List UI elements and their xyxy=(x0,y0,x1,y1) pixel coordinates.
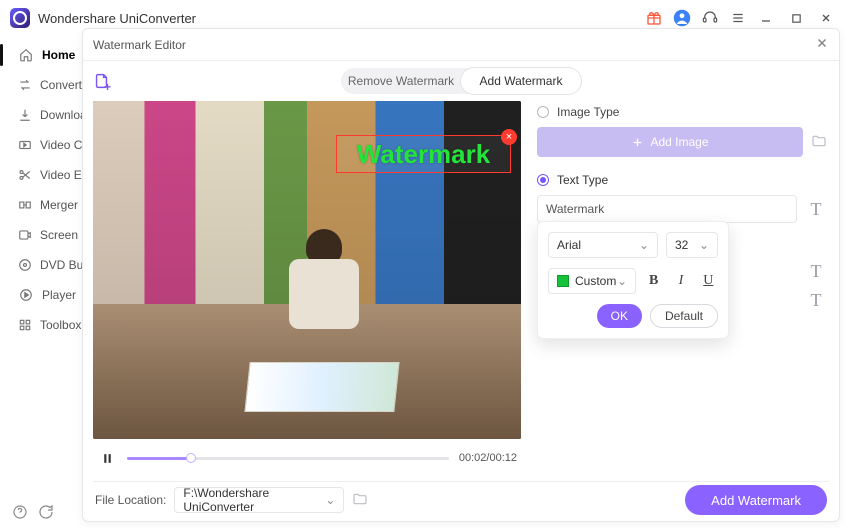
sidebar-item-merger[interactable]: Merger xyxy=(0,190,85,220)
watermark-text-input[interactable] xyxy=(537,195,797,223)
watermark-overlay[interactable]: Watermark × xyxy=(336,135,511,173)
video-subject xyxy=(264,229,384,379)
sidebar-item-home[interactable]: Home xyxy=(0,40,85,70)
sidebar-item-toolbox[interactable]: Toolbox xyxy=(0,310,85,340)
converter-icon xyxy=(18,77,32,93)
disc-icon xyxy=(18,257,32,273)
bold-button[interactable]: B xyxy=(644,270,663,292)
text-type-label: Text Type xyxy=(557,173,608,187)
grid-icon xyxy=(18,317,32,333)
sidebar: Home Converter Downloader Video Compress… xyxy=(0,36,85,498)
tab-add-watermark[interactable]: Add Watermark xyxy=(461,68,581,94)
play-icon xyxy=(18,287,34,303)
pause-button[interactable] xyxy=(97,448,117,468)
underline-button[interactable]: U xyxy=(699,270,718,292)
add-image-button[interactable]: Add Image xyxy=(537,127,803,157)
home-icon xyxy=(18,47,34,63)
chevron-down-icon: ⌄ xyxy=(617,274,627,288)
image-type-label: Image Type xyxy=(557,105,619,119)
browse-image-icon[interactable] xyxy=(811,133,827,152)
sidebar-item-video-editor[interactable]: Video Editor xyxy=(0,160,85,190)
text-type-radio[interactable] xyxy=(537,174,549,186)
sidebar-item-player[interactable]: Player xyxy=(0,280,85,310)
sidebar-item-label: Toolbox xyxy=(40,318,81,332)
close-icon[interactable] xyxy=(815,36,829,53)
color-swatch xyxy=(557,275,569,287)
sidebar-item-label: Player xyxy=(42,288,76,302)
sidebar-item-video-compressor[interactable]: Video Compressor xyxy=(0,130,85,160)
app-title: Wondershare UniConverter xyxy=(38,11,196,26)
modal-title: Watermark Editor xyxy=(93,38,186,52)
text-style-popover: Arial ⌄ 32 ⌄ Custom ⌄ B I xyxy=(537,221,729,339)
color-mode-select[interactable]: Custom ⌄ xyxy=(548,268,636,294)
add-watermark-button[interactable]: Add Watermark xyxy=(685,485,827,515)
seek-thumb[interactable] xyxy=(186,453,196,463)
text-style-icon[interactable]: T xyxy=(805,261,827,282)
app-logo xyxy=(10,8,30,28)
download-icon xyxy=(18,107,32,123)
add-media-icon[interactable]: + xyxy=(93,69,117,93)
sidebar-item-converter[interactable]: Converter xyxy=(0,70,85,100)
image-type-radio[interactable] xyxy=(537,106,549,118)
font-family-select[interactable]: Arial ⌄ xyxy=(548,232,658,258)
file-location-select[interactable]: F:\Wondershare UniConverter ⌄ xyxy=(174,487,344,513)
seek-slider[interactable] xyxy=(127,457,449,460)
sidebar-item-dvd-burner[interactable]: DVD Burner xyxy=(0,250,85,280)
help-icon[interactable] xyxy=(12,504,28,523)
chevron-down-icon: ⌄ xyxy=(325,493,335,507)
sidebar-item-screen-recorder[interactable]: Screen Recorder xyxy=(0,220,85,250)
feedback-icon[interactable] xyxy=(38,504,54,523)
merger-icon xyxy=(18,197,32,213)
watermark-text: Watermark xyxy=(357,139,490,170)
support-icon[interactable] xyxy=(698,6,722,30)
delete-watermark-icon[interactable]: × xyxy=(501,129,517,145)
sidebar-item-label: Home xyxy=(42,48,75,62)
chevron-down-icon: ⌄ xyxy=(639,238,649,252)
video-preview[interactable]: Watermark × xyxy=(93,101,521,439)
account-icon[interactable] xyxy=(670,6,694,30)
menu-icon[interactable] xyxy=(726,6,750,30)
scissors-icon xyxy=(18,167,32,183)
time-display: 00:02/00:12 xyxy=(459,452,517,464)
font-size-select[interactable]: 32 ⌄ xyxy=(666,232,718,258)
ok-button[interactable]: OK xyxy=(597,304,642,328)
text-style-icon[interactable]: T xyxy=(805,290,827,311)
italic-button[interactable]: I xyxy=(671,270,690,292)
watermark-mode-segment: Remove Watermark Add Watermark xyxy=(341,68,581,94)
file-location-label: File Location: xyxy=(95,493,166,507)
compress-icon xyxy=(18,137,32,153)
record-icon xyxy=(18,227,32,243)
gift-icon[interactable] xyxy=(642,6,666,30)
text-style-icon[interactable]: T xyxy=(805,199,827,220)
sidebar-item-label: Merger xyxy=(40,198,78,212)
watermark-editor-modal: Watermark Editor + Remove Watermark Add … xyxy=(82,28,840,522)
browse-location-icon[interactable] xyxy=(352,491,368,510)
tab-remove-watermark[interactable]: Remove Watermark xyxy=(341,68,461,94)
default-button[interactable]: Default xyxy=(650,304,718,328)
chevron-down-icon: ⌄ xyxy=(699,238,709,252)
sidebar-item-downloader[interactable]: Downloader xyxy=(0,100,85,130)
